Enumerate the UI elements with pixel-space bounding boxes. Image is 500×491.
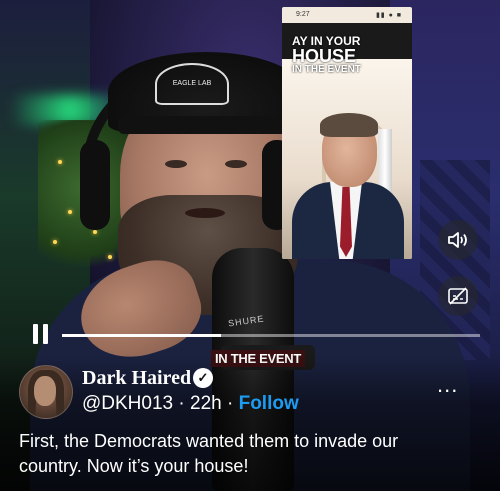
inset-video: 9:27 ▮▮ ● ■ AY IN YOUR HOUSE IN THE EVEN… — [282, 7, 412, 259]
inset-man-hair — [320, 113, 378, 137]
inset-headline: AY IN YOUR HOUSE IN THE EVENT — [292, 35, 410, 75]
speaker-icon — [448, 232, 467, 248]
verified-badge-icon: ✓ — [193, 368, 213, 388]
meta-separator-2: · — [221, 393, 239, 414]
video-progress-bar[interactable] — [62, 334, 480, 337]
inset-status-icons: ▮▮ ● ■ — [375, 12, 402, 19]
cap-brim — [118, 116, 288, 134]
cap-logo: EAGLE LAB — [155, 63, 229, 105]
inset-status-bar: 9:27 ▮▮ ● ■ — [282, 7, 412, 23]
speaker-eye-left — [165, 160, 187, 168]
author-meta: @DKH013 · 22h · Follow — [82, 393, 299, 415]
speaker-eye-right — [225, 160, 247, 168]
tweet-text: First, the Democrats wanted them to inva… — [19, 431, 399, 476]
speaker-mouth — [185, 208, 225, 218]
follow-button[interactable]: Follow — [239, 393, 299, 414]
video-progress-fill — [62, 334, 221, 337]
pause-button[interactable] — [33, 324, 51, 346]
meta-separator: · — [173, 393, 190, 414]
pause-icon — [33, 324, 38, 344]
avatar[interactable] — [19, 365, 73, 419]
more-options-button[interactable]: ... — [437, 374, 458, 396]
author-display-name[interactable]: Dark Haired — [82, 367, 191, 390]
captions-icon — [448, 287, 468, 305]
captions-button[interactable] — [438, 276, 478, 316]
inset-headline-line2: HOUSE — [292, 46, 357, 66]
inset-time: 9:27 — [296, 11, 310, 18]
post-time[interactable]: 22h — [190, 393, 222, 414]
inset-headline-line3: IN THE EVENT — [292, 64, 361, 75]
headphone-earcup-left — [80, 140, 110, 230]
volume-button[interactable] — [438, 220, 478, 260]
author-handle[interactable]: @DKH013 — [82, 393, 173, 414]
